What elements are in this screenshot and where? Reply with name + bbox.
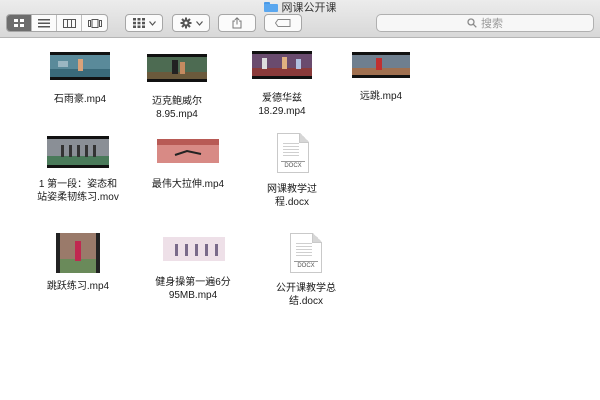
list-view-button[interactable] <box>32 15 57 31</box>
tags-button[interactable] <box>264 14 302 32</box>
icon-grid-icon <box>13 18 24 27</box>
view-mode-control <box>6 14 108 32</box>
file-name: 跳跃练习.mp4 <box>46 281 110 292</box>
action-button[interactable] <box>172 14 210 32</box>
docx-badge: DOCX <box>281 161 305 169</box>
video-frame-icon <box>352 55 410 75</box>
docx-file-icon: DOCX <box>277 133 309 173</box>
video-frame-icon <box>60 233 96 273</box>
docx-file-icon: DOCX <box>290 233 322 273</box>
search-icon <box>467 18 477 28</box>
video-frame-icon <box>147 57 207 79</box>
video-frame-icon <box>163 237 225 261</box>
coverflow-view-button[interactable] <box>82 15 107 31</box>
file-name: 健身操第一遍6分 95MB.mp4 <box>155 277 231 301</box>
file-name: 公开课教学总 结.docx <box>276 283 336 307</box>
gear-icon <box>180 17 191 29</box>
share-icon <box>232 17 242 29</box>
video-thumbnail <box>157 139 219 163</box>
arrange-button[interactable] <box>125 14 163 32</box>
arrange-grid-icon <box>132 18 145 28</box>
coverflow-icon <box>87 18 102 28</box>
video-thumbnail <box>56 233 100 273</box>
column-view-button[interactable] <box>57 15 82 31</box>
file-name: 网课教学过 程.docx <box>267 184 317 208</box>
window-title: 网课公开课 <box>281 2 337 14</box>
file-icon-grid: 石雨豪.mp4 迈克鲍威尔 8.95.mp4 爱德华兹 18.29.mp4 远跳.m… <box>0 39 600 400</box>
chevron-down-icon <box>148 20 156 26</box>
video-frame-icon <box>252 54 312 76</box>
video-frame-icon <box>157 139 219 163</box>
video-frame-icon <box>50 55 110 77</box>
tag-icon <box>275 19 291 27</box>
folder-icon <box>263 2 278 12</box>
columns-icon <box>62 18 76 28</box>
list-icon <box>38 18 50 27</box>
finder-toolbar: 网课公开课 搜索 <box>0 0 600 38</box>
video-thumbnail <box>50 52 110 80</box>
video-thumbnail <box>47 136 109 168</box>
video-thumbnail <box>163 237 225 261</box>
video-thumbnail <box>252 51 312 79</box>
video-thumbnail <box>147 54 207 82</box>
file-name: 最伟大拉伸.mp4 <box>151 179 225 190</box>
chevron-down-icon <box>195 20 203 26</box>
search-placeholder: 搜索 <box>481 18 503 30</box>
file-name: 远跳.mp4 <box>359 91 403 102</box>
docx-badge: DOCX <box>294 261 318 269</box>
file-name: 迈克鲍威尔 8.95.mp4 <box>152 96 202 120</box>
search-field[interactable]: 搜索 <box>376 14 594 32</box>
video-thumbnail <box>352 52 410 78</box>
icon-view-button[interactable] <box>7 15 32 31</box>
window-title-bar: 网课公开课 <box>0 0 600 14</box>
share-button[interactable] <box>218 14 256 32</box>
file-name: 1 第一段：姿态和 站姿柔韧练习.mov <box>37 179 119 203</box>
video-frame-icon <box>47 139 109 165</box>
